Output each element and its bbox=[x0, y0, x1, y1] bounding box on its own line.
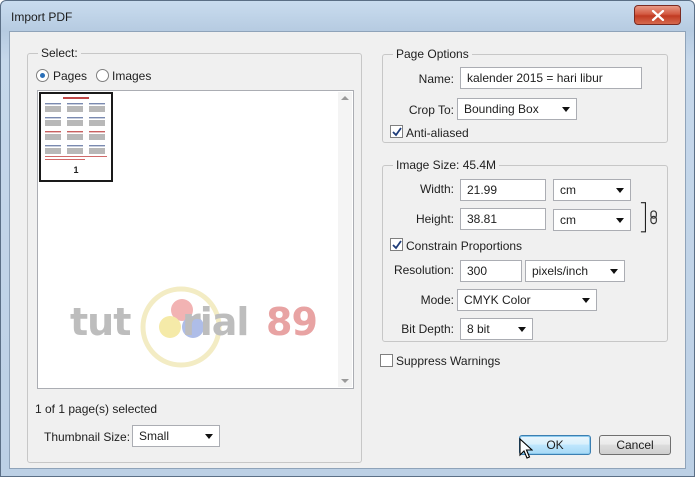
bit-depth-label: Bit Depth: bbox=[401, 322, 454, 336]
anti-aliased-label[interactable]: Anti-aliased bbox=[406, 126, 469, 140]
checkmark-icon bbox=[392, 127, 402, 137]
cancel-button-label: Cancel bbox=[616, 438, 654, 452]
mode-label: Mode: bbox=[420, 293, 454, 307]
mode-select[interactable]: CMYK Color bbox=[457, 289, 597, 311]
watermark-logo: tut rial 89 bbox=[70, 282, 330, 372]
selection-status: 1 of 1 page(s) selected bbox=[35, 402, 158, 416]
name-input[interactable]: kalender 2015 = hari libur bbox=[460, 67, 642, 89]
chevron-down-icon bbox=[616, 188, 624, 193]
resolution-value: 300 bbox=[467, 264, 488, 278]
chevron-down-icon bbox=[205, 434, 213, 439]
bit-depth-value: 8 bit bbox=[467, 322, 490, 336]
mouse-pointer-icon bbox=[519, 438, 533, 459]
height-input[interactable]: 38.81 bbox=[460, 208, 546, 230]
link-chain-icon bbox=[640, 202, 657, 233]
dialog-body: Select: Pages Images 1 tut rial 89 1 of … bbox=[9, 31, 686, 469]
bit-depth-select[interactable]: 8 bit bbox=[460, 318, 533, 340]
select-legend: Select: bbox=[38, 46, 81, 60]
resolution-unit-select[interactable]: pixels/inch bbox=[525, 260, 625, 282]
anti-aliased-checkbox[interactable] bbox=[390, 125, 403, 138]
width-unit-value: cm bbox=[560, 183, 576, 197]
resolution-input[interactable]: 300 bbox=[460, 260, 522, 282]
import-pdf-dialog: Import PDF Select: Pages Images 1 tut ri… bbox=[0, 0, 695, 477]
close-button[interactable] bbox=[634, 5, 681, 25]
resolution-label: Resolution: bbox=[393, 263, 454, 277]
page-options-legend: Page Options bbox=[393, 47, 472, 61]
cancel-button[interactable]: Cancel bbox=[599, 435, 671, 455]
thumbnail-page-number: 1 bbox=[73, 165, 79, 175]
thumbnail-size-label: Thumbnail Size: bbox=[44, 430, 131, 444]
watermark-text-left: tut bbox=[70, 300, 131, 344]
chevron-down-icon bbox=[582, 298, 590, 303]
name-label: Name: bbox=[418, 72, 454, 86]
width-value: 21.99 bbox=[467, 183, 498, 197]
page-thumbnail[interactable]: 1 bbox=[39, 92, 113, 182]
suppress-warnings-label[interactable]: Suppress Warnings bbox=[396, 354, 500, 368]
images-radio[interactable] bbox=[96, 69, 109, 82]
watermark-text-right: 89 bbox=[266, 300, 318, 344]
constrain-proportions-checkbox[interactable] bbox=[390, 238, 403, 251]
constrain-proportions-label[interactable]: Constrain Proportions bbox=[406, 239, 522, 253]
resolution-unit-value: pixels/inch bbox=[532, 264, 589, 278]
height-label: Height: bbox=[415, 212, 454, 226]
height-value: 38.81 bbox=[467, 212, 498, 226]
image-size-legend: Image Size: 45.4M bbox=[393, 158, 500, 172]
watermark-text-middle: rial bbox=[182, 300, 249, 344]
crop-to-value: Bounding Box bbox=[464, 102, 539, 116]
chevron-down-icon bbox=[610, 269, 618, 274]
pages-radio[interactable] bbox=[36, 69, 49, 82]
thumbnail-size-select[interactable]: Small bbox=[132, 425, 220, 447]
mode-value: CMYK Color bbox=[464, 293, 531, 307]
images-radio-label[interactable]: Images bbox=[112, 69, 151, 83]
title-bar[interactable]: Import PDF bbox=[1, 1, 694, 31]
crop-to-label: Crop To: bbox=[408, 103, 454, 117]
chevron-down-icon bbox=[616, 218, 624, 223]
scroll-up-icon[interactable] bbox=[341, 96, 349, 100]
name-value: kalender 2015 = hari libur bbox=[467, 71, 603, 85]
thumbnail-scrollbar[interactable] bbox=[338, 92, 352, 387]
radio-selected-dot bbox=[40, 73, 45, 78]
height-unit-select[interactable]: cm bbox=[553, 209, 631, 231]
scroll-down-icon[interactable] bbox=[341, 379, 349, 383]
height-unit-value: cm bbox=[560, 213, 576, 227]
crop-to-select[interactable]: Bounding Box bbox=[457, 98, 577, 120]
width-label: Width: bbox=[419, 182, 454, 196]
window-title: Import PDF bbox=[11, 10, 73, 24]
chevron-down-icon bbox=[562, 107, 570, 112]
suppress-warnings-checkbox[interactable] bbox=[380, 354, 393, 367]
chevron-down-icon bbox=[518, 327, 526, 332]
calendar-page-preview-icon bbox=[43, 96, 109, 162]
ok-button-label: OK bbox=[546, 438, 564, 452]
close-icon bbox=[651, 10, 665, 21]
width-unit-select[interactable]: cm bbox=[553, 179, 631, 201]
thumbnail-size-value: Small bbox=[139, 429, 170, 443]
checkmark-icon bbox=[392, 240, 402, 250]
pages-radio-label[interactable]: Pages bbox=[53, 69, 87, 83]
width-input[interactable]: 21.99 bbox=[460, 179, 546, 201]
